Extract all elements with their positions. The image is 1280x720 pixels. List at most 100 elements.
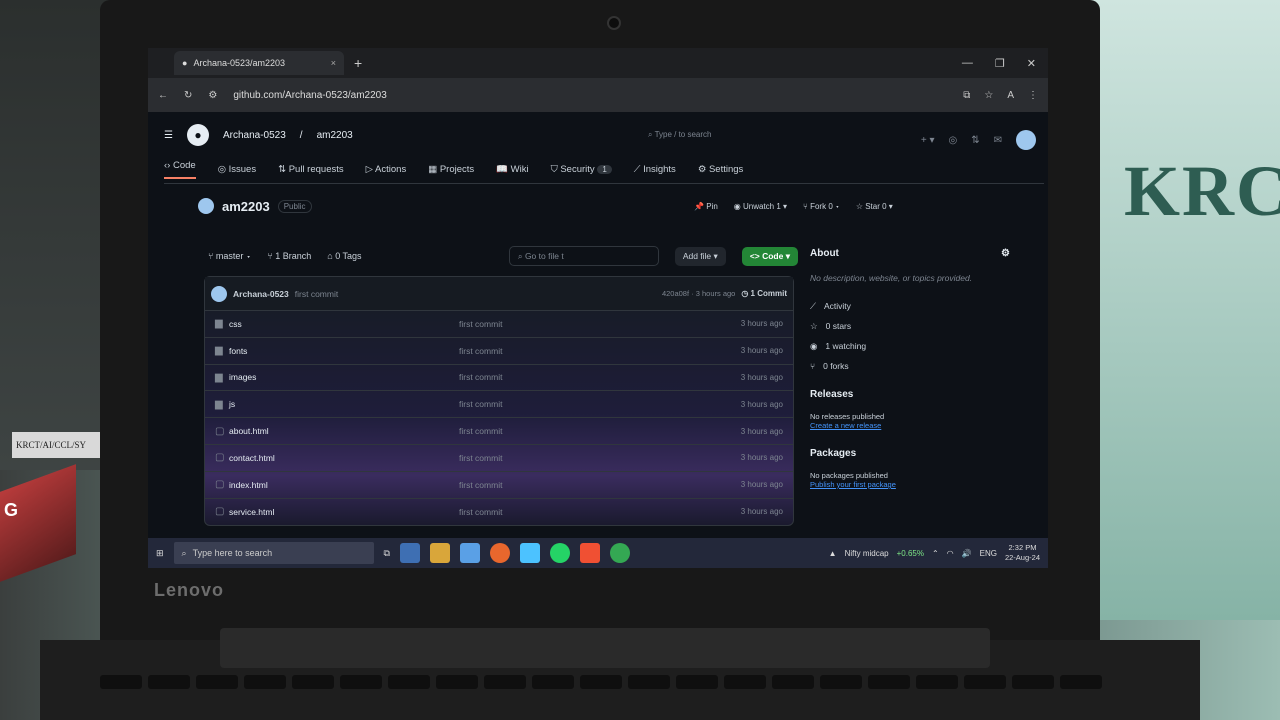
table-row[interactable]: ▆ js first commit 3 hours ago bbox=[205, 391, 793, 419]
star-button[interactable]: ☆ Star 0 ▾ bbox=[856, 202, 893, 211]
add-file-button[interactable]: Add file ▾ bbox=[674, 246, 726, 266]
go-to-file-input[interactable]: ⌕ Go to file t bbox=[508, 246, 659, 266]
table-row[interactable]: ▆ css first commit 3 hours ago bbox=[205, 311, 793, 338]
install-icon[interactable]: ⧉ bbox=[963, 90, 970, 101]
tab-close-icon[interactable]: × bbox=[331, 58, 336, 68]
chrome-icon[interactable] bbox=[609, 543, 630, 563]
tab-wiki[interactable]: 📖 Wiki bbox=[496, 164, 528, 175]
file-name[interactable]: service.html bbox=[229, 507, 459, 517]
tray-expand-icon[interactable]: ⌃ bbox=[932, 549, 939, 558]
file-name[interactable]: about.html bbox=[229, 426, 459, 436]
chart-icon: ▲ bbox=[828, 548, 837, 558]
table-row[interactable]: ▢ about.html first commit 3 hours ago bbox=[205, 418, 793, 445]
tab-insights[interactable]: ⟋ Insights bbox=[634, 164, 676, 175]
avatar[interactable] bbox=[1016, 130, 1036, 150]
file-message[interactable]: first commit bbox=[459, 480, 719, 490]
git-icon[interactable] bbox=[579, 543, 600, 563]
tags-link[interactable]: ⌂ 0 Tags bbox=[327, 251, 361, 261]
commit-message[interactable]: first commit bbox=[295, 289, 338, 299]
site-info-icon[interactable]: ⚙ bbox=[208, 90, 217, 101]
ticker-label[interactable]: Nifty midcap bbox=[845, 549, 889, 558]
gear-icon[interactable]: ⚙ bbox=[1001, 248, 1010, 259]
file-explorer-icon[interactable] bbox=[429, 543, 450, 563]
table-row[interactable]: ▢ index.html first commit 3 hours ago bbox=[205, 472, 793, 499]
file-name[interactable]: css bbox=[229, 319, 459, 329]
github-logo-icon[interactable]: ● bbox=[186, 124, 209, 146]
clock[interactable]: 2:32 PM 22-Aug-24 bbox=[1005, 543, 1040, 563]
bookmark-star-icon[interactable]: ☆ bbox=[984, 90, 993, 101]
file-name[interactable]: images bbox=[229, 372, 459, 382]
pull-requests-icon[interactable]: ⇅ bbox=[971, 135, 979, 146]
profile-button[interactable]: A bbox=[1007, 90, 1014, 101]
issues-icon[interactable]: ◎ bbox=[948, 135, 957, 146]
whatsapp-icon[interactable] bbox=[549, 543, 570, 563]
watching-link[interactable]: ◉ 1 watching bbox=[810, 341, 1010, 352]
file-name[interactable]: contact.html bbox=[229, 453, 459, 463]
tab-actions[interactable]: ▷ Actions bbox=[366, 164, 407, 175]
tab-pull-requests[interactable]: ⇅ Pull requests bbox=[278, 164, 344, 175]
file-name[interactable]: fonts bbox=[229, 346, 459, 356]
table-row[interactable]: ▆ images first commit 3 hours ago bbox=[205, 365, 793, 392]
windows-app-icon[interactable] bbox=[519, 543, 540, 563]
watch-button[interactable]: ◉ Unwatch 1 ▾ bbox=[734, 202, 787, 211]
table-row[interactable]: ▢ service.html first commit 3 hours ago bbox=[205, 499, 793, 526]
github-search[interactable]: ⌕ Type / to search bbox=[648, 130, 711, 140]
store-icon[interactable] bbox=[459, 543, 480, 563]
table-row[interactable]: ▢ contact.html first commit 3 hours ago bbox=[205, 445, 793, 472]
minimize-icon[interactable]: — bbox=[962, 57, 973, 70]
breadcrumb-repo[interactable]: am2203 bbox=[317, 130, 353, 141]
repo-name[interactable]: am2203 bbox=[222, 199, 270, 214]
commit-count-link[interactable]: ◷ 1 Commit bbox=[741, 289, 787, 298]
file-message[interactable]: first commit bbox=[459, 507, 719, 517]
firefox-icon[interactable] bbox=[489, 543, 510, 563]
file-name[interactable]: js bbox=[229, 399, 459, 409]
tab-code[interactable]: ‹› Code bbox=[164, 160, 196, 179]
branches-link[interactable]: ⑂ 1 Branch bbox=[267, 251, 311, 261]
url-field[interactable]: github.com/Archana-0523/am2203 bbox=[233, 90, 386, 101]
inbox-icon[interactable]: ✉ bbox=[994, 135, 1002, 146]
back-icon[interactable]: ← bbox=[158, 90, 168, 101]
table-row[interactable]: ▆ fonts first commit 3 hours ago bbox=[205, 338, 793, 365]
packages-heading[interactable]: Packages bbox=[810, 448, 1010, 459]
file-message[interactable]: first commit bbox=[459, 399, 719, 409]
commit-meta[interactable]: 420a08f · 3 hours ago bbox=[662, 289, 735, 298]
activity-link[interactable]: ⟋ Activity bbox=[810, 301, 1010, 312]
menu-kebab-icon[interactable]: ⋮ bbox=[1028, 90, 1038, 101]
new-tab-button[interactable]: + bbox=[354, 55, 362, 71]
breadcrumb-owner[interactable]: Archana-0523 bbox=[223, 130, 286, 141]
file-message[interactable]: first commit bbox=[459, 453, 719, 463]
pin-button[interactable]: 📌 Pin bbox=[694, 202, 718, 211]
tab-settings[interactable]: ⚙ Settings bbox=[698, 164, 743, 175]
close-window-icon[interactable]: ✕ bbox=[1027, 57, 1036, 70]
file-message[interactable]: first commit bbox=[459, 346, 719, 356]
file-message[interactable]: first commit bbox=[459, 426, 719, 436]
tab-projects[interactable]: ▦ Projects bbox=[428, 164, 474, 175]
publish-package-link[interactable]: Publish your first package bbox=[810, 480, 1010, 489]
reload-icon[interactable]: ↻ bbox=[184, 90, 192, 101]
branch-selector[interactable]: ⑂ master ▾ bbox=[208, 251, 251, 261]
repo-avatar bbox=[198, 198, 214, 214]
fork-button[interactable]: ⑂ Fork 0 ▾ bbox=[803, 202, 840, 211]
wifi-icon[interactable]: ◠ bbox=[947, 549, 954, 558]
file-name[interactable]: index.html bbox=[229, 480, 459, 490]
browser-tab[interactable]: ● Archana-0523/am2203 × bbox=[174, 51, 344, 75]
edge-icon[interactable] bbox=[399, 543, 420, 563]
hamburger-icon[interactable]: ☰ bbox=[164, 130, 173, 141]
file-message[interactable]: first commit bbox=[459, 319, 719, 329]
tab-security[interactable]: ⛉ Security 1 bbox=[551, 164, 612, 175]
tab-issues[interactable]: ◎ Issues bbox=[218, 164, 256, 175]
file-message[interactable]: first commit bbox=[459, 372, 719, 382]
code-button[interactable]: <> Code ▾ bbox=[741, 246, 798, 266]
taskbar-search[interactable]: ⌕ Type here to search bbox=[173, 542, 374, 564]
stars-link[interactable]: ☆ 0 stars bbox=[810, 321, 1010, 332]
windows-start-icon[interactable]: ⊞ bbox=[156, 548, 164, 559]
language-indicator[interactable]: ENG bbox=[980, 549, 997, 558]
commit-author[interactable]: Archana-0523 bbox=[233, 289, 289, 299]
releases-heading[interactable]: Releases bbox=[810, 389, 1010, 400]
volume-icon[interactable]: 🔊 bbox=[962, 549, 972, 558]
maximize-icon[interactable]: ❐ bbox=[995, 57, 1005, 70]
create-new-icon[interactable]: + ▾ bbox=[921, 135, 935, 146]
task-view-icon[interactable]: ⧉ bbox=[384, 548, 390, 559]
forks-link[interactable]: ⑂ 0 forks bbox=[810, 361, 1010, 371]
create-release-link[interactable]: Create a new release bbox=[810, 421, 1010, 430]
